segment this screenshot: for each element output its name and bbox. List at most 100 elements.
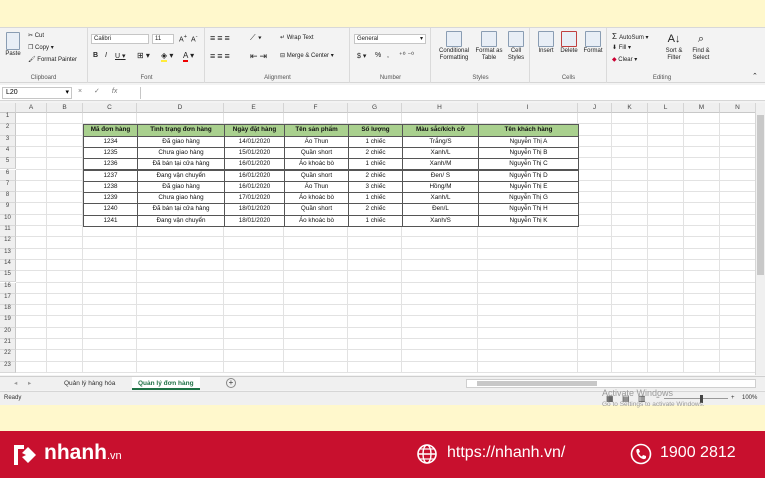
column-header-l[interactable]: L [648, 103, 684, 113]
column-header-k[interactable]: K [612, 103, 648, 113]
autosum-button[interactable]: Σ AutoSum ▾ [612, 32, 649, 41]
decimal-buttons[interactable]: ⁺⁰ ⁻⁰ [399, 51, 414, 59]
grow-font-button[interactable]: A+ [179, 34, 187, 43]
row-header-10[interactable]: 10 [0, 214, 16, 226]
currency-button[interactable]: $ ▾ [357, 52, 366, 60]
format-cells-button[interactable]: Format [581, 31, 605, 55]
vertical-scrollbar[interactable] [755, 103, 765, 375]
table-cell[interactable]: Đang vận chuyển [137, 214, 225, 227]
row-header-19[interactable]: 19 [0, 316, 16, 328]
formula-input[interactable] [140, 87, 760, 99]
tab-scroll-left-icon[interactable]: ◂ [8, 377, 23, 390]
row-header-1[interactable]: 1 [0, 113, 16, 125]
insert-cells-button[interactable]: Insert [535, 31, 557, 55]
cut-button[interactable]: ✂ Cut [28, 32, 44, 39]
vertical-align-buttons[interactable]: ≡≡≡ [210, 33, 232, 43]
table-cell[interactable]: 18/01/2020 [224, 214, 285, 227]
collapse-ribbon-icon[interactable]: ⌃ [752, 72, 758, 80]
enter-icon[interactable]: ✓ [94, 88, 100, 95]
bold-button[interactable]: B [93, 52, 98, 59]
column-header-f[interactable]: F [284, 103, 348, 113]
column-header-g[interactable]: G [348, 103, 402, 113]
italic-button[interactable]: I [105, 52, 107, 59]
insert-function-icon[interactable]: fx [112, 88, 117, 95]
row-header-16[interactable]: 16 [0, 282, 16, 294]
comma-button[interactable]: , [387, 52, 389, 59]
vertical-scroll-thumb[interactable] [757, 115, 764, 275]
row-header-3[interactable]: 3 [0, 135, 16, 147]
add-sheet-button[interactable]: + [220, 377, 242, 390]
tab-quan-ly-don-hang[interactable]: Quản lý đơn hàng [132, 377, 200, 390]
percent-button[interactable]: % [375, 52, 381, 59]
sort-filter-button[interactable]: A↓ Sort & Filter [662, 31, 686, 62]
underline-button[interactable]: U ▾ [115, 52, 126, 60]
hotline-number[interactable]: 1900 2812 [660, 444, 736, 462]
website-url[interactable]: https://nhanh.vn/ [447, 444, 565, 462]
column-header-b[interactable]: B [47, 103, 83, 113]
tab-quan-ly-hang-hoa[interactable]: Quản lý hàng hóa [58, 377, 121, 390]
row-header-21[interactable]: 21 [0, 339, 16, 351]
row-header-6[interactable]: 6 [0, 169, 16, 181]
cell-styles-button[interactable]: Cell Styles [504, 31, 528, 62]
column-header-m[interactable]: M [684, 103, 720, 113]
fill-button[interactable]: ⬇ Fill ▾ [612, 44, 631, 51]
row-header-4[interactable]: 4 [0, 146, 16, 159]
row-header-22[interactable]: 22 [0, 350, 16, 362]
copy-button[interactable]: ❐ Copy ▾ [28, 44, 54, 51]
column-header-n[interactable]: N [720, 103, 755, 113]
table-cell[interactable]: Nguyễn Thị K [478, 214, 579, 227]
row-header-11[interactable]: 11 [0, 226, 16, 238]
format-as-table-button[interactable]: Format as Table [474, 31, 504, 62]
zoom-level[interactable]: 100% [742, 392, 757, 405]
row-header-15[interactable]: 15 [0, 271, 16, 283]
shrink-font-button[interactable]: A- [191, 34, 198, 43]
table-cell[interactable]: 1 chiếc [348, 214, 403, 227]
row-header-20[interactable]: 20 [0, 327, 16, 339]
delete-cells-button[interactable]: Delete [558, 31, 580, 55]
row-header-17[interactable]: 17 [0, 293, 16, 306]
table-cell[interactable]: 1241 [83, 214, 138, 227]
wrap-text-button[interactable]: ↵ Wrap Text [280, 34, 314, 41]
number-format-select[interactable]: General ▾ [354, 34, 426, 44]
row-header-18[interactable]: 18 [0, 305, 16, 317]
merge-center-button[interactable]: ⊟ Merge & Center ▾ [280, 52, 334, 59]
font-name-select[interactable]: Calibri [91, 34, 149, 44]
clear-button[interactable]: ◆ Clear ▾ [612, 56, 637, 63]
column-header-a[interactable]: A [16, 103, 47, 113]
column-header-i[interactable]: I [478, 103, 578, 113]
worksheet-grid[interactable]: ABCDEFGHIJKLMN 1 2 3 4 5 6 7 8 9 10 11 12 13 14 15 16 17… [0, 103, 755, 375]
row-header-5[interactable]: 5 [0, 158, 16, 170]
tab-scroll-right-icon[interactable]: ▸ [22, 377, 37, 390]
row-header-9[interactable]: 9 [0, 203, 16, 215]
horizontal-scrollbar[interactable] [466, 379, 756, 388]
fill-color-button[interactable]: ◈ ▾ [161, 51, 173, 62]
select-all-corner[interactable] [0, 103, 16, 113]
table-cell[interactable]: Áo khoác bò [284, 214, 349, 227]
cancel-icon[interactable]: × [78, 88, 82, 95]
indent-buttons[interactable]: ⇤⇥ [250, 51, 269, 62]
borders-button[interactable]: ⊞ ▾ [137, 51, 150, 60]
column-header-j[interactable]: J [578, 103, 612, 113]
zoom-in-button[interactable]: + [731, 392, 735, 405]
row-header-14[interactable]: 14 [0, 259, 16, 272]
row-header-2[interactable]: 2 [0, 124, 16, 136]
font-color-button[interactable]: A ▾ [183, 51, 194, 62]
column-header-c[interactable]: C [83, 103, 137, 113]
orientation-button[interactable]: ⟋ ▾ [250, 33, 262, 43]
horizontal-scroll-thumb[interactable] [477, 381, 597, 386]
horizontal-align-buttons[interactable]: ≡≡≡ [210, 51, 232, 61]
conditional-formatting-button[interactable]: Conditional Formatting [434, 31, 474, 62]
row-header-7[interactable]: 7 [0, 180, 16, 193]
row-header-8[interactable]: 8 [0, 192, 16, 204]
font-size-select[interactable]: 11 [152, 34, 174, 44]
name-box[interactable]: L20 ▾ [2, 87, 72, 99]
row-header-12[interactable]: 12 [0, 237, 16, 249]
row-header-23[interactable]: 23 [0, 361, 16, 373]
find-select-button[interactable]: ⌕ Find & Select [688, 31, 714, 62]
column-header-e[interactable]: E [224, 103, 284, 113]
format-painter-button[interactable]: 🖌 Format Painter [28, 56, 77, 63]
paste-button[interactable]: Paste [3, 32, 23, 58]
table-cell[interactable]: Xanh/S [402, 214, 479, 227]
column-header-h[interactable]: H [402, 103, 478, 113]
column-header-d[interactable]: D [137, 103, 224, 113]
